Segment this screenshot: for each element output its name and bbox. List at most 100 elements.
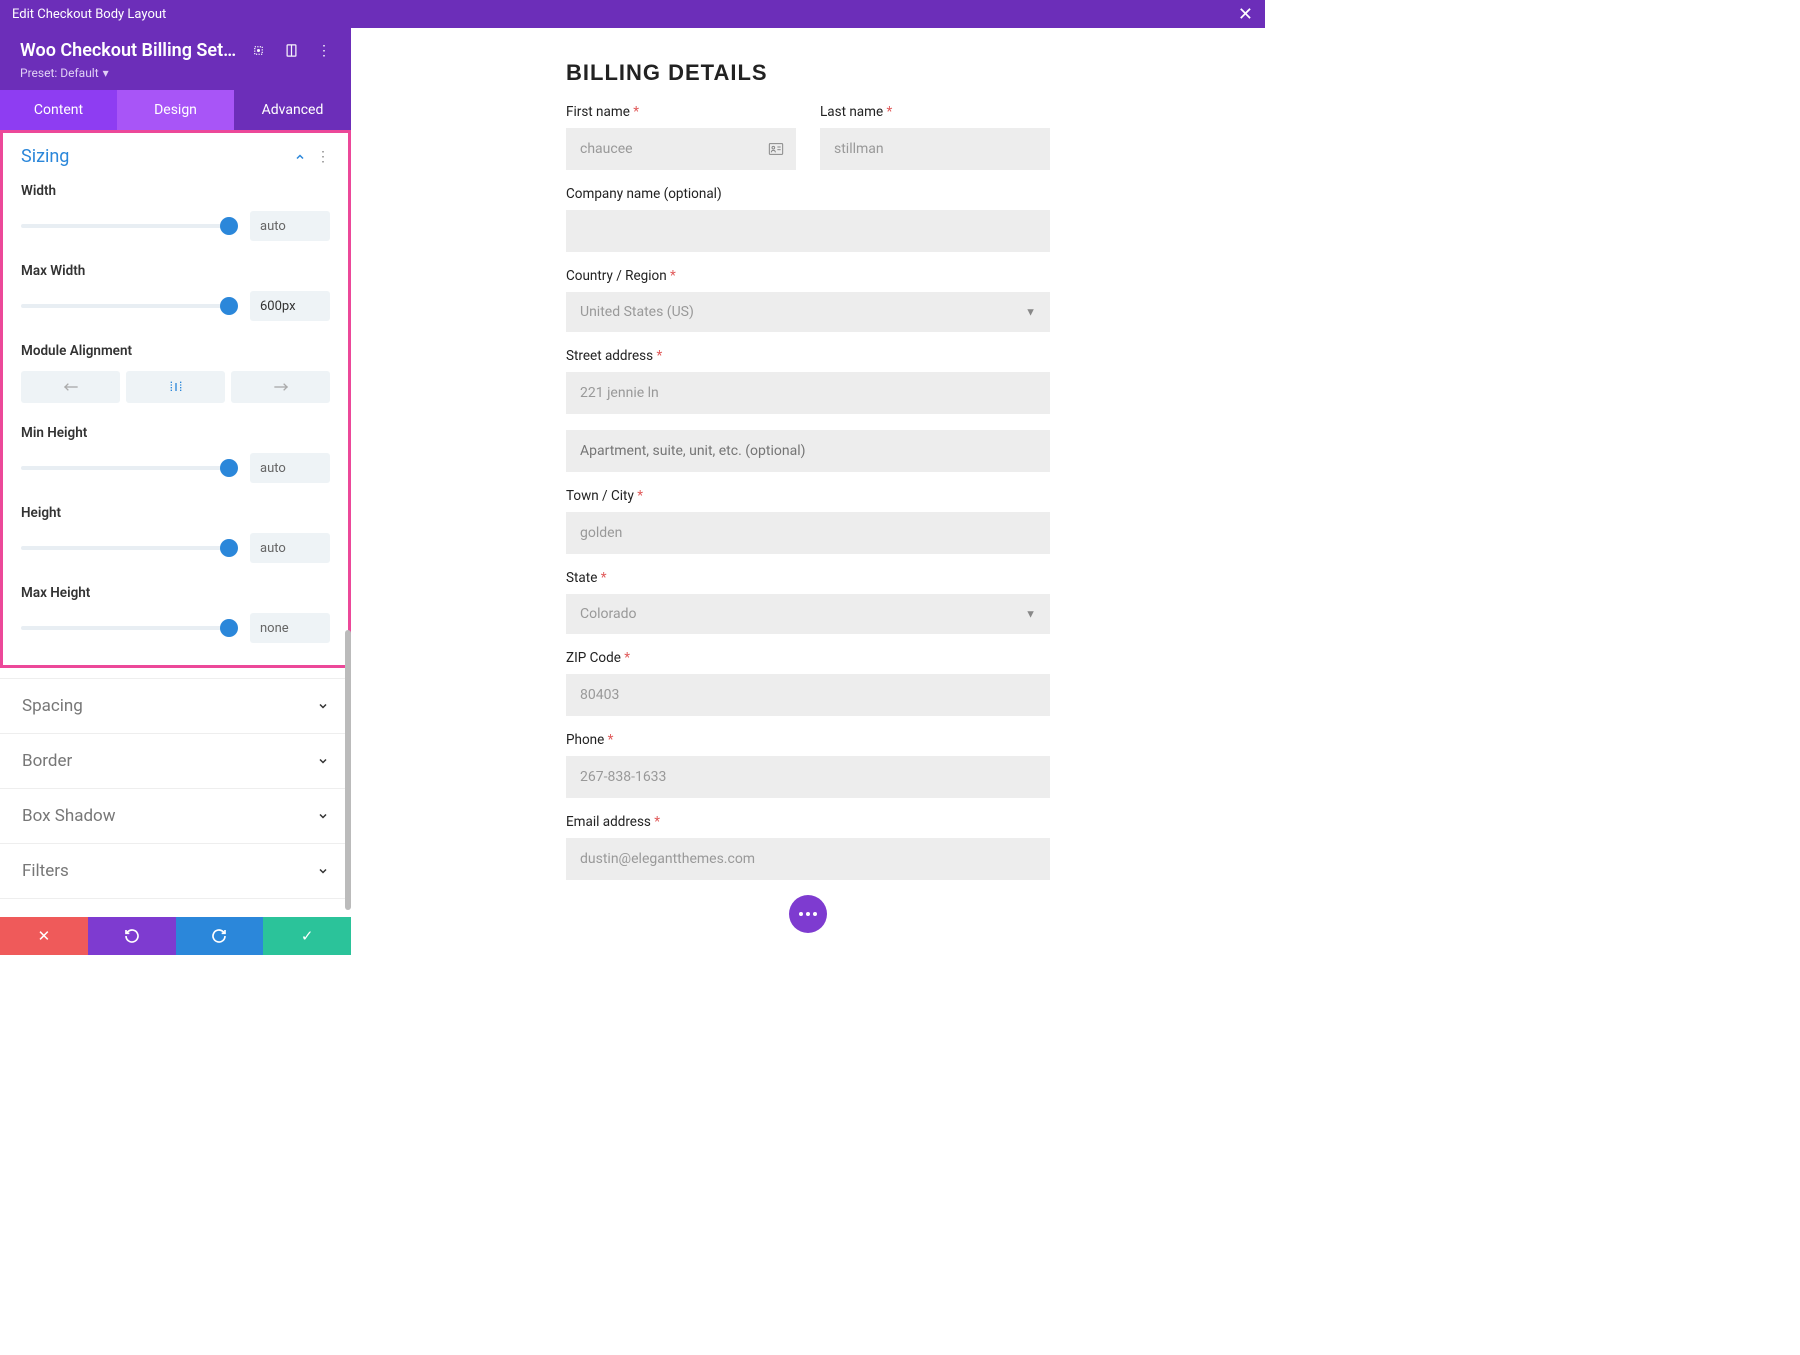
street-input[interactable]: [566, 372, 1050, 414]
section-spacing[interactable]: Spacing: [0, 678, 351, 733]
chevron-down-icon: [317, 810, 329, 822]
min-height-label: Min Height: [21, 425, 330, 441]
expand-icon[interactable]: [251, 43, 266, 58]
city-input[interactable]: [566, 512, 1050, 554]
width-label: Width: [21, 183, 330, 199]
street2-input[interactable]: [566, 430, 1050, 472]
field-max-width: Max Width: [21, 263, 330, 321]
section-title: Box Shadow: [22, 806, 116, 826]
required-icon: *: [654, 814, 660, 830]
label-text: Phone: [566, 732, 604, 748]
section-title: Transform: [22, 916, 101, 917]
cancel-button[interactable]: ✕: [0, 917, 88, 955]
more-icon[interactable]: ⋮: [317, 43, 331, 59]
sidebar-footer: ✕ ✓: [0, 917, 351, 955]
field-width: Width: [21, 183, 330, 241]
label-text: Last name: [820, 104, 883, 120]
field-max-height: Max Height: [21, 585, 330, 643]
max-height-label: Max Height: [21, 585, 330, 601]
collapse-icon[interactable]: [294, 151, 306, 163]
section-title-sizing: Sizing: [21, 146, 69, 167]
section-box-shadow[interactable]: Box Shadow: [0, 788, 351, 843]
required-icon: *: [887, 104, 893, 120]
email-label: Email address *: [566, 814, 1050, 830]
min-height-slider[interactable]: [21, 466, 236, 470]
tab-advanced[interactable]: Advanced: [234, 90, 351, 130]
section-title: Filters: [22, 861, 69, 881]
state-label: State *: [566, 570, 1050, 586]
first-name-label: First name *: [566, 104, 796, 120]
max-height-input[interactable]: [250, 613, 330, 643]
label-text: State: [566, 570, 597, 586]
panel-title: Woo Checkout Billing Setti...: [20, 40, 240, 61]
preset-label: Preset: Default: [20, 66, 99, 80]
required-icon: *: [656, 348, 662, 364]
align-center-button[interactable]: [126, 371, 225, 403]
height-slider[interactable]: [21, 546, 236, 550]
section-border[interactable]: Border: [0, 733, 351, 788]
max-width-slider[interactable]: [21, 304, 236, 308]
state-select[interactable]: Colorado: [566, 594, 1050, 634]
align-left-button[interactable]: [21, 371, 120, 403]
height-input[interactable]: [250, 533, 330, 563]
company-input[interactable]: [566, 210, 1050, 252]
first-name-input[interactable]: [566, 128, 796, 170]
billing-title: BILLING DETAILS: [566, 60, 1050, 86]
phone-label: Phone *: [566, 732, 1050, 748]
max-width-input[interactable]: [250, 291, 330, 321]
phone-input[interactable]: [566, 756, 1050, 798]
section-filters[interactable]: Filters: [0, 843, 351, 898]
width-input[interactable]: [250, 211, 330, 241]
label-text: Street address: [566, 348, 653, 364]
slider-thumb[interactable]: [220, 619, 238, 637]
max-height-slider[interactable]: [21, 626, 236, 630]
country-select[interactable]: United States (US): [566, 292, 1050, 332]
slider-thumb[interactable]: [220, 217, 238, 235]
chevron-down-icon: ▾: [103, 66, 109, 80]
section-more-icon[interactable]: ⋮: [316, 149, 330, 165]
tab-content[interactable]: Content: [0, 90, 117, 130]
contact-card-icon: [768, 142, 784, 156]
last-name-input[interactable]: [820, 128, 1050, 170]
section-sizing: Sizing ⋮ Width Max Width: [0, 130, 351, 668]
close-icon[interactable]: ✕: [1238, 4, 1253, 25]
dots-icon: [799, 912, 817, 916]
label-text: Email address: [566, 814, 651, 830]
min-height-input[interactable]: [250, 453, 330, 483]
section-title: Border: [22, 751, 72, 771]
redo-button[interactable]: [176, 917, 264, 955]
fab-button[interactable]: [789, 895, 827, 933]
height-label: Height: [21, 505, 330, 521]
company-label: Company name (optional): [566, 186, 1050, 202]
slider-thumb[interactable]: [220, 297, 238, 315]
required-icon: *: [670, 268, 676, 284]
preset-selector[interactable]: Preset: Default ▾: [20, 66, 331, 80]
alignment-label: Module Alignment: [21, 343, 330, 359]
width-slider[interactable]: [21, 224, 236, 228]
email-input[interactable]: [566, 838, 1050, 880]
tab-design[interactable]: Design: [117, 90, 234, 130]
label-text: ZIP Code: [566, 650, 621, 666]
section-title: Spacing: [22, 696, 83, 716]
required-icon: *: [601, 570, 607, 586]
chevron-down-icon: [317, 700, 329, 712]
undo-button[interactable]: [88, 917, 176, 955]
label-text: Country / Region: [566, 268, 667, 284]
country-label: Country / Region *: [566, 268, 1050, 284]
slider-thumb[interactable]: [220, 539, 238, 557]
required-icon: *: [608, 732, 614, 748]
slider-thumb[interactable]: [220, 459, 238, 477]
chevron-down-icon: [317, 865, 329, 877]
tablet-icon[interactable]: [284, 43, 299, 58]
city-label: Town / City *: [566, 488, 1050, 504]
preview-area: BILLING DETAILS First name * Last name *…: [351, 28, 1265, 955]
billing-form: BILLING DETAILS First name * Last name *…: [566, 60, 1050, 880]
street-label: Street address *: [566, 348, 1050, 364]
required-icon: *: [637, 488, 643, 504]
field-height: Height: [21, 505, 330, 563]
align-right-button[interactable]: [231, 371, 330, 403]
required-icon: *: [633, 104, 639, 120]
zip-input[interactable]: [566, 674, 1050, 716]
save-button[interactable]: ✓: [263, 917, 351, 955]
section-transform[interactable]: Transform: [0, 898, 351, 917]
